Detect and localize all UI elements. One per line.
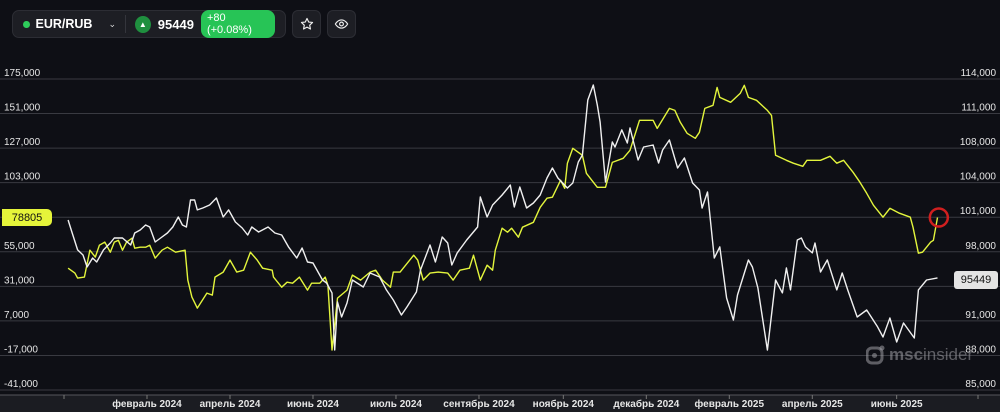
x-axis-tick-label: апрель 2024 [200,399,261,410]
left-axis-tick-label: 127,000 [4,137,41,148]
x-axis-tick-label: сентябрь 2024 [443,398,515,410]
watch-button[interactable] [327,10,356,38]
x-axis-tick-label: декабрь 2024 [613,398,679,410]
eye-icon [334,19,349,29]
logo-icon [866,345,885,365]
star-icon [300,17,313,30]
x-axis-tick-label: июнь 2024 [287,399,339,410]
divider [125,15,126,33]
white-last-value-badge: 95449 [954,271,998,289]
change-badge: +80 (+0.08%) [200,10,275,38]
left-axis-tick-label: -17,000 [4,344,38,355]
right-axis-tick-label: 98,000 [965,241,996,252]
right-axis-tick-label: 114,000 [961,68,997,79]
right-axis-tick-label: 101,000 [960,206,997,217]
left-axis-tick-label: 55,000 [4,241,35,252]
x-axis-tick-label: апрель 2025 [782,399,843,410]
pair-selector[interactable]: EUR/RUB [36,17,93,31]
x-axis-tick-label: июль 2024 [370,399,422,410]
left-axis-tick-label: 7,000 [4,310,29,321]
right-axis-tick-label: 104,000 [960,172,997,183]
favorite-button[interactable] [292,10,321,38]
right-axis-tick-label: 111,000 [961,103,996,114]
arrow-up-icon: ▲ [134,15,151,33]
x-axis-tick-label: ноябрь 2024 [533,398,595,410]
x-axis-tick-label: февраль 2025 [695,398,765,410]
yellow-last-value-badge: 78805 [2,209,52,226]
left-axis-tick-label: 103,000 [4,172,41,183]
status-dot-icon [23,20,30,28]
price-chart[interactable]: 175,000 151,000 127,000 103,000 55,000 31,000… [0,0,1000,412]
left-axis-tick-label: 151,000 [4,103,41,114]
watermark-brand-light: insider [923,345,974,364]
x-axis-tick-label: февраль 2024 [112,398,182,410]
left-axis-tick-label: -41,000 [4,379,38,390]
right-axis-tick-label: 108,000 [960,137,997,148]
watermark-logo: mscinsider [866,345,973,365]
toolbar: EUR/RUB ⌄ ▲ 95449 +80 (+0.08%) [12,10,356,38]
chevron-down-icon[interactable]: ⌄ [108,19,116,30]
right-axis-tick-label: 85,000 [965,379,996,390]
current-price: 95449 [157,16,194,32]
right-axis-tick-label: 91,000 [965,310,996,321]
x-axis-tick-label: июнь 2025 [871,399,923,410]
watermark-brand-bold: msc [889,345,924,364]
instrument-group: EUR/RUB ⌄ ▲ 95449 +80 (+0.08%) [12,10,286,38]
left-axis-tick-label: 175,000 [4,68,41,79]
left-axis-tick-label: 31,000 [4,275,35,286]
